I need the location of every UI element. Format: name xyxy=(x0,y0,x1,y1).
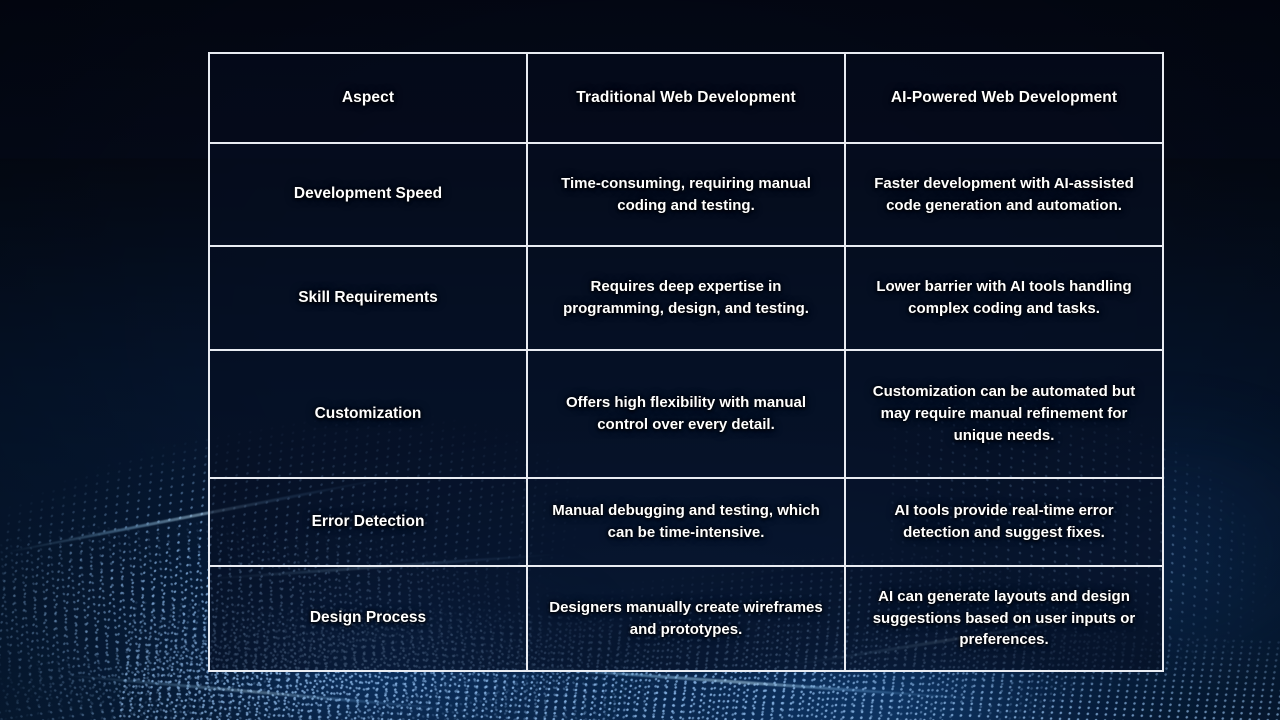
cell-traditional-text: Requires deep expertise in programming, … xyxy=(563,278,809,317)
cell-aspect: Design Process xyxy=(210,565,528,670)
column-header-traditional-label: Traditional Web Development xyxy=(576,88,796,106)
cell-aspect-text: Skill Requirements xyxy=(298,288,438,306)
slide-canvas: Aspect Traditional Web Development AI-Po… xyxy=(0,0,1280,720)
cell-traditional: Manual debugging and testing, which can … xyxy=(528,477,846,565)
cell-aspect: Error Detection xyxy=(210,477,528,565)
cell-aspect-text: Design Process xyxy=(309,609,427,627)
table-row: Customization Offers high flexibility wi… xyxy=(210,349,1162,477)
cell-ai-text: Faster development with AI-assisted code… xyxy=(874,174,1134,214)
cell-traditional-text: Time-consuming, requiring manual coding … xyxy=(561,174,811,214)
cell-traditional: Designers manually create wireframes and… xyxy=(528,565,846,670)
cell-traditional: Offers high flexibility with manual cont… xyxy=(528,349,846,477)
cell-ai: Customization can be automated but may r… xyxy=(846,349,1162,477)
table-row: Error Detection Manual debugging and tes… xyxy=(210,477,1162,565)
column-header-aspect-label: Aspect xyxy=(341,88,395,106)
comparison-table-container: Aspect Traditional Web Development AI-Po… xyxy=(208,52,1164,672)
cell-traditional-text: Manual debugging and testing, which can … xyxy=(552,502,820,541)
cell-ai-text: AI tools provide real-time error detecti… xyxy=(894,502,1114,541)
cell-traditional-text: Designers manually create wireframes and… xyxy=(549,598,823,638)
cell-ai: Lower barrier with AI tools handling com… xyxy=(846,245,1162,349)
column-header-traditional: Traditional Web Development xyxy=(528,54,846,142)
cell-ai-text: Lower barrier with AI tools handling com… xyxy=(876,278,1132,317)
column-header-aspect: Aspect xyxy=(210,54,528,142)
cell-aspect: Development Speed xyxy=(210,142,528,245)
cell-aspect: Skill Requirements xyxy=(210,245,528,349)
cell-aspect-text: Customization xyxy=(314,404,422,422)
comparison-table: Aspect Traditional Web Development AI-Po… xyxy=(208,52,1164,672)
cell-aspect-text: Error Detection xyxy=(311,512,425,530)
cell-traditional: Time-consuming, requiring manual coding … xyxy=(528,142,846,245)
cell-traditional-text: Offers high flexibility with manual cont… xyxy=(565,394,807,433)
column-header-ai: AI-Powered Web Development xyxy=(846,54,1162,142)
cell-ai-text: AI can generate layouts and design sugge… xyxy=(872,587,1136,649)
wave-crest-5 xyxy=(40,671,460,712)
cell-ai: Faster development with AI-assisted code… xyxy=(846,142,1162,245)
column-header-ai-label: AI-Powered Web Development xyxy=(890,88,1118,106)
cell-ai: AI tools provide real-time error detecti… xyxy=(846,477,1162,565)
cell-ai: AI can generate layouts and design sugge… xyxy=(846,565,1162,670)
table-row: Design Process Designers manually create… xyxy=(210,565,1162,670)
cell-aspect-text: Development Speed xyxy=(293,185,443,203)
cell-ai-text: Customization can be automated but may r… xyxy=(872,383,1136,444)
table-row: Development Speed Time-consuming, requir… xyxy=(210,142,1162,245)
cell-traditional: Requires deep expertise in programming, … xyxy=(528,245,846,349)
table-header-row: Aspect Traditional Web Development AI-Po… xyxy=(210,54,1162,142)
table-row: Skill Requirements Requires deep experti… xyxy=(210,245,1162,349)
cell-aspect: Customization xyxy=(210,349,528,477)
